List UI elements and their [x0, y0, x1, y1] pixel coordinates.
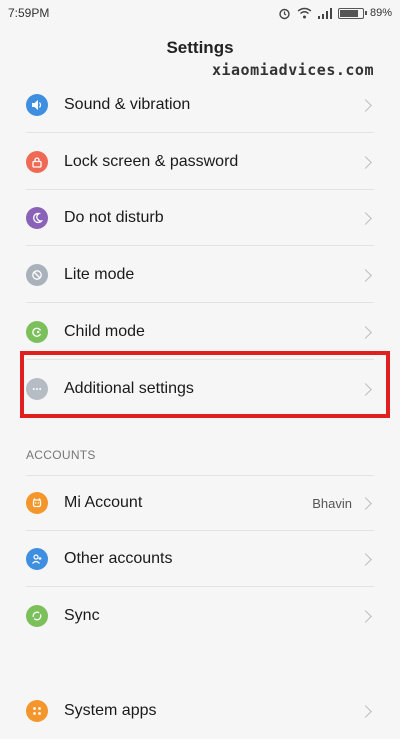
settings-item-label: System apps — [64, 702, 157, 719]
battery-level — [339, 9, 358, 17]
account-item-other-accounts[interactable]: Other accounts — [0, 531, 400, 587]
chevron-right-icon — [359, 325, 372, 339]
status-icons: 89% — [278, 7, 392, 20]
settings-item-label: Sound & vibration — [64, 96, 191, 113]
section-header-accounts: ACCOUNTS — [26, 448, 96, 462]
settings-item-system-apps[interactable]: System apps — [0, 683, 400, 739]
moon-icon — [26, 207, 48, 229]
battery-percent: 89% — [369, 7, 392, 19]
speaker-icon — [26, 94, 48, 116]
account-username: Bhavin — [312, 495, 352, 511]
settings-item-do-not-disturb[interactable]: Do not disturb — [0, 190, 400, 246]
sync-icon — [26, 605, 48, 627]
settings-item-lock-screen[interactable]: Lock screen & password — [0, 134, 400, 190]
alarm-icon — [279, 8, 290, 19]
chevron-right-icon — [359, 211, 372, 225]
chevron-right-icon — [359, 268, 372, 282]
account-item-label: Other accounts — [64, 550, 173, 567]
status-bar: 7:59PM 89% — [0, 0, 400, 26]
chevron-right-icon — [359, 704, 372, 718]
lite-mode-icon — [26, 264, 48, 286]
settings-item-lite-mode[interactable]: Lite mode — [0, 247, 400, 303]
divider — [26, 302, 374, 303]
account-item-label: Sync — [64, 607, 100, 624]
child-mode-icon — [26, 321, 48, 343]
account-item-sync[interactable]: Sync — [0, 588, 400, 644]
highlight-box — [20, 351, 390, 418]
lock-icon — [26, 151, 48, 173]
divider — [26, 586, 374, 587]
status-time: 7:59PM — [8, 6, 50, 20]
apps-icon — [26, 700, 48, 722]
account-item-label: Mi Account — [64, 494, 143, 511]
battery-icon — [337, 7, 367, 19]
settings-item-label: Child mode — [64, 323, 145, 340]
settings-item-label: Lock screen & password — [64, 153, 239, 170]
chevron-right-icon — [359, 155, 372, 169]
chevron-right-icon — [359, 552, 372, 566]
settings-item-label: Do not disturb — [64, 209, 164, 226]
divider — [26, 245, 374, 246]
settings-item-sound[interactable]: Sound & vibration — [0, 77, 400, 133]
chevron-right-icon — [359, 496, 372, 510]
signal-icon — [317, 7, 332, 19]
settings-item-label: Lite mode — [64, 266, 135, 283]
divider — [26, 132, 374, 133]
wifi-icon — [297, 7, 312, 19]
mi-account-icon — [26, 492, 48, 514]
chevron-right-icon — [359, 609, 372, 623]
person-add-icon — [26, 548, 48, 570]
account-item-mi-account-row[interactable]: Mi Account Bhavin — [0, 475, 400, 531]
chevron-right-icon — [359, 98, 372, 112]
